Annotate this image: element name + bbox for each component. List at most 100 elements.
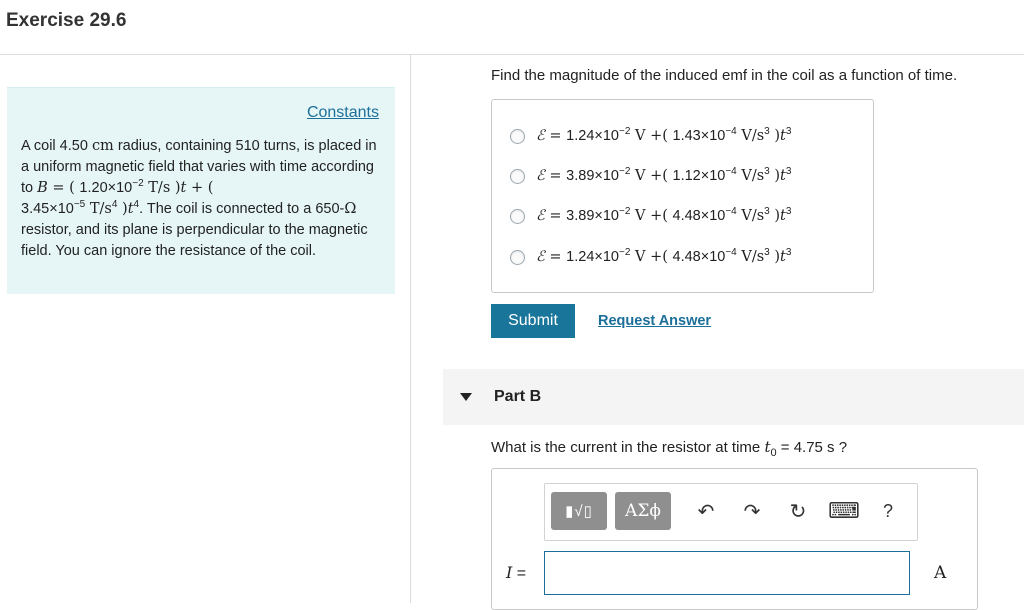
column-divider xyxy=(410,55,411,603)
unit-volt: V xyxy=(630,128,651,144)
coefficient: 3.89×10 xyxy=(566,208,619,224)
unit-volt: V xyxy=(630,208,651,224)
radio-button[interactable] xyxy=(510,128,525,144)
exponent: −2 xyxy=(618,206,631,217)
emf-symbol: ℰ xyxy=(536,208,545,224)
equals: = ( xyxy=(47,180,80,196)
header: Exercise 29.6 xyxy=(0,0,1024,55)
unit-2: T/s xyxy=(85,201,112,217)
unit-volt: V xyxy=(630,249,651,265)
coefficient-1: 1.20×10 xyxy=(79,180,133,196)
math-toolbar: ▮√▯ ΑΣϕ ↶ ↷ ↻ ⌨ ? xyxy=(544,483,918,541)
paren: ) xyxy=(769,128,781,144)
coefficient: 1.12×10 xyxy=(672,168,726,184)
undo-icon[interactable]: ↶ xyxy=(693,498,719,524)
answer-option[interactable]: ℰ = 1.24×10−2 V +( 1.43×10−4 V/s3 )t3 xyxy=(510,124,791,148)
emf-symbol: ℰ xyxy=(536,168,545,184)
plus: +( xyxy=(650,208,673,224)
answer-option[interactable]: ℰ = 3.89×10−2 V +( 4.48×10−4 V/s3 )t3 xyxy=(510,204,791,228)
exponent: −2 xyxy=(618,126,631,137)
exponent: −4 xyxy=(725,126,737,137)
radio-button[interactable] xyxy=(510,208,525,224)
problem-statement: A coil 4.50 cm radius, containing 510 tu… xyxy=(21,138,377,259)
reset-icon[interactable]: ↻ xyxy=(785,498,811,524)
submit-button[interactable]: Submit xyxy=(491,304,575,338)
paren: ) xyxy=(117,201,128,217)
coefficient: 4.48×10 xyxy=(672,249,726,265)
equals: = xyxy=(544,168,567,184)
symbols-button[interactable]: ΑΣϕ xyxy=(615,492,671,530)
option-text: ℰ = 3.89×10−2 V +( 4.48×10−4 V/s3 )t3 xyxy=(536,206,792,225)
page-title: Exercise 29.6 xyxy=(6,10,127,31)
exponent-2: −5 xyxy=(73,199,86,210)
ohm-symbol: Ω xyxy=(344,201,357,217)
coefficient: 1.24×10 xyxy=(566,128,619,144)
unit-volt: V xyxy=(630,168,651,184)
radio-button[interactable] xyxy=(510,249,525,265)
part-b-label: Part B xyxy=(494,388,542,405)
exponent-1: −2 xyxy=(132,178,144,189)
problem-text-part: A coil 4.50 xyxy=(21,138,92,154)
help-button[interactable]: ? xyxy=(875,498,901,524)
unit-rate: V/s xyxy=(736,249,765,265)
answer-area: ▮√▯ ΑΣϕ ↶ ↷ ↻ ⌨ ? I = A xyxy=(491,468,978,610)
option-text: ℰ = 1.24×10−2 V +( 1.43×10−4 V/s3 )t3 xyxy=(536,126,792,145)
unit-rate: V/s xyxy=(736,128,765,144)
answer-option[interactable]: ℰ = 3.89×10−2 V +( 1.12×10−4 V/s3 )t3 xyxy=(510,164,791,188)
option-text: ℰ = 3.89×10−2 V +( 1.12×10−4 V/s3 )t3 xyxy=(536,166,792,185)
part-b-question: What is the current in the resistor at t… xyxy=(491,438,847,459)
problem-text-part: resistor, and its plane is perpendicular… xyxy=(21,222,368,259)
request-answer-link[interactable]: Request Answer xyxy=(598,313,711,329)
exponent: −4 xyxy=(725,166,737,177)
equals: = xyxy=(512,565,527,582)
paren: ) xyxy=(769,249,781,265)
exponent: −2 xyxy=(618,247,631,258)
exponent: −4 xyxy=(725,206,737,217)
problem-panel: Constants A coil 4.50 cm radius, contain… xyxy=(7,87,395,294)
exponent: −4 xyxy=(725,247,737,258)
coefficient: 3.89×10 xyxy=(566,168,619,184)
unit-1: T/s xyxy=(143,180,175,196)
equals: = xyxy=(544,208,567,224)
equals: = xyxy=(544,128,567,144)
plus: + ( xyxy=(186,180,214,196)
option-text: ℰ = 1.24×10−2 V +( 4.48×10−4 V/s3 )t3 xyxy=(536,247,792,266)
part-b-header[interactable]: Part B xyxy=(443,369,1024,425)
unit-rate: V/s xyxy=(736,208,765,224)
coefficient: 1.43×10 xyxy=(672,128,726,144)
coefficient: 1.24×10 xyxy=(566,249,619,265)
paren: ) xyxy=(769,208,781,224)
question-text: = 4.75 s ? xyxy=(776,439,848,456)
unit-rate: V/s xyxy=(736,168,765,184)
t-exponent: 3 xyxy=(785,166,792,177)
emf-symbol: ℰ xyxy=(536,128,545,144)
plus: +( xyxy=(650,249,673,265)
exponent: −2 xyxy=(618,166,631,177)
t-exponent: 3 xyxy=(785,126,792,137)
problem-text-part: . The coil is connected to a 650- xyxy=(139,201,345,217)
equals: = xyxy=(544,249,567,265)
coefficient: 4.48×10 xyxy=(672,208,726,224)
constants-link[interactable]: Constants xyxy=(307,104,379,122)
unit-cm: cm xyxy=(91,138,114,154)
redo-icon[interactable]: ↷ xyxy=(739,498,765,524)
collapse-caret-icon[interactable] xyxy=(460,393,472,401)
input-label: I = xyxy=(506,563,526,583)
t-exponent: 3 xyxy=(785,247,792,258)
var-b: B xyxy=(37,180,48,196)
question-text: What is the current in the resistor at t… xyxy=(491,439,765,456)
keyboard-icon[interactable]: ⌨ xyxy=(828,498,860,524)
coefficient-2: 3.45×10 xyxy=(21,201,74,217)
emf-symbol: ℰ xyxy=(536,249,545,265)
part-a-question: Find the magnitude of the induced emf in… xyxy=(491,67,958,84)
answer-options: ℰ = 1.24×10−2 V +( 1.43×10−4 V/s3 )t3 ℰ =… xyxy=(491,99,874,293)
unit-label: A xyxy=(934,563,947,583)
radio-button[interactable] xyxy=(510,168,525,184)
plus: +( xyxy=(650,168,673,184)
answer-input[interactable] xyxy=(544,551,910,595)
plus: +( xyxy=(650,128,673,144)
answer-option[interactable]: ℰ = 1.24×10−2 V +( 4.48×10−4 V/s3 )t3 xyxy=(510,245,791,269)
templates-button[interactable]: ▮√▯ xyxy=(551,492,607,530)
paren: ) xyxy=(769,168,781,184)
t-exponent: 3 xyxy=(785,206,792,217)
